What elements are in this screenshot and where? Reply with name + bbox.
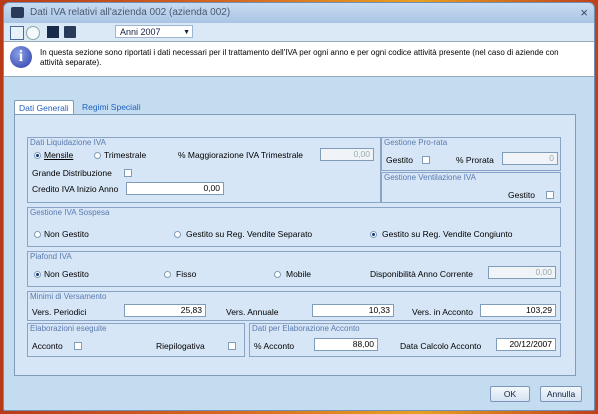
plafond-mobile-label: Mobile — [286, 269, 312, 279]
plafond-disp-label: Disponibilità Anno Corrente — [370, 269, 474, 279]
vers-acconto-label: Vers. in Acconto — [412, 307, 473, 317]
toolbar: Anni 2007 ▼ — [4, 23, 594, 41]
sospesa-non-gestito-radio[interactable] — [34, 231, 41, 238]
plafond-title: Plafond IVA — [30, 252, 72, 261]
vers-acconto-field[interactable]: 103,29 — [480, 304, 556, 317]
ventilazione-gestito-label: Gestito — [508, 190, 535, 200]
trimestrale-radio[interactable] — [94, 152, 101, 159]
mensile-label: Mensile — [44, 150, 74, 160]
plafond-non-gestito-label: Non Gestito — [44, 269, 89, 279]
versamenti-group: Minimi di Versamento Vers. Periodici 25,… — [27, 291, 561, 321]
sospesa-non-gestito-label: Non Gestito — [44, 229, 89, 239]
acconto-title: Dati per Elaborazione Acconto — [252, 324, 360, 333]
mensile-radio[interactable] — [34, 152, 41, 159]
tab-dati-generali[interactable]: Dati Generali — [14, 100, 74, 115]
ventilazione-group: Gestione Ventilazione IVA Gestito — [381, 172, 561, 203]
elaborazioni-title: Elaborazioni eseguite — [30, 324, 107, 333]
undo-icon[interactable] — [26, 26, 40, 40]
annulla-button[interactable]: Annulla — [540, 386, 582, 402]
calendar-icon[interactable] — [64, 26, 76, 38]
grande-distribuzione-label: Grande Distribuzione — [32, 168, 112, 178]
trimestrale-label: Trimestrale — [104, 150, 147, 160]
maggiorazione-label: % Maggiorazione IVA Trimestrale — [178, 150, 304, 160]
prorata-title: Gestione Pro-rata — [384, 138, 448, 147]
versamenti-title: Minimi di Versamento — [30, 292, 107, 301]
acconto-perc-label: % Acconto — [254, 341, 295, 351]
credito-label: Credito IVA Inizio Anno — [32, 184, 119, 194]
acconto-data-field[interactable]: 20/12/2007 — [496, 338, 556, 351]
prorata-group: Gestione Pro-rata Gestito % Prorata 0 — [381, 137, 561, 171]
elab-acconto-checkbox[interactable] — [74, 342, 82, 350]
elaborazioni-group: Elaborazioni eseguite Acconto Riepilogat… — [27, 323, 245, 357]
plafond-fisso-label: Fisso — [176, 269, 197, 279]
year-select-value: Anni 2007 — [120, 27, 161, 37]
periodici-field[interactable]: 25,83 — [124, 304, 206, 317]
info-banner: i In questa sezione sono riportati i dat… — [4, 41, 594, 77]
ok-button[interactable]: OK — [490, 386, 530, 402]
sospesa-separato-radio[interactable] — [174, 231, 181, 238]
window-title: Dati IVA relativi all'azienda 002 (azien… — [30, 7, 231, 18]
app-icon — [11, 7, 24, 18]
sospesa-separato-label: Gestito su Reg. Vendite Separato — [186, 229, 313, 239]
annuale-label: Vers. Annuale — [226, 307, 279, 317]
ventilazione-title: Gestione Ventilazione IVA — [384, 173, 476, 182]
tab-panel: Dati Liquidazione IVA Mensile Trimestral… — [14, 114, 576, 376]
elab-acconto-label: Acconto — [32, 341, 63, 351]
prorata-checkbox[interactable] — [422, 156, 430, 164]
info-text: In questa sezione sono riportati i dati … — [40, 48, 559, 67]
plafond-non-gestito-radio[interactable] — [34, 271, 41, 278]
title-bar: Dati IVA relativi all'azienda 002 (azien… — [4, 3, 594, 23]
save-icon[interactable] — [10, 26, 24, 40]
ventilazione-checkbox[interactable] — [546, 191, 554, 199]
plafond-disp-field[interactable]: 0,00 — [488, 266, 556, 279]
acconto-data-label: Data Calcolo Acconto — [400, 341, 482, 351]
sospesa-congiunto-label: Gestito su Reg. Vendite Congiunto — [382, 229, 513, 239]
grande-distribuzione-checkbox[interactable] — [124, 169, 132, 177]
plafond-mobile-radio[interactable] — [274, 271, 281, 278]
prorata-gestito-label: Gestito — [386, 155, 413, 165]
plafond-group: Plafond IVA Non Gestito Fisso Mobile Dis… — [27, 251, 561, 287]
year-select[interactable]: Anni 2007 ▼ — [115, 25, 193, 38]
credito-field[interactable]: 0,00 — [126, 182, 224, 195]
annuale-field[interactable]: 10,33 — [312, 304, 394, 317]
liquidazione-title: Dati Liquidazione IVA — [30, 138, 106, 147]
iva-sospesa-group: Gestione IVA Sospesa Non Gestito Gestito… — [27, 207, 561, 247]
periodici-label: Vers. Periodici — [32, 307, 87, 317]
maggiorazione-field[interactable]: 0,00 — [320, 148, 374, 161]
acconto-perc-field[interactable]: 88,00 — [314, 338, 378, 351]
elab-riepilogativa-label: Riepilogativa — [156, 341, 205, 351]
elab-riepilogativa-checkbox[interactable] — [228, 342, 236, 350]
sospesa-congiunto-radio[interactable] — [370, 231, 377, 238]
acconto-group: Dati per Elaborazione Acconto % Acconto … — [249, 323, 561, 357]
sospesa-title: Gestione IVA Sospesa — [30, 208, 110, 217]
tab-regimi-speciali[interactable]: Regimi Speciali — [78, 100, 145, 114]
plafond-fisso-radio[interactable] — [164, 271, 171, 278]
prorata-perc-label: % Prorata — [456, 155, 494, 165]
prorata-perc-field[interactable]: 0 — [502, 152, 558, 165]
close-button[interactable]: × — [580, 5, 588, 20]
info-icon: i — [10, 46, 32, 68]
chevron-down-icon: ▼ — [183, 29, 190, 36]
print-icon[interactable] — [47, 26, 59, 38]
liquidazione-group: Dati Liquidazione IVA Mensile Trimestral… — [27, 137, 381, 203]
